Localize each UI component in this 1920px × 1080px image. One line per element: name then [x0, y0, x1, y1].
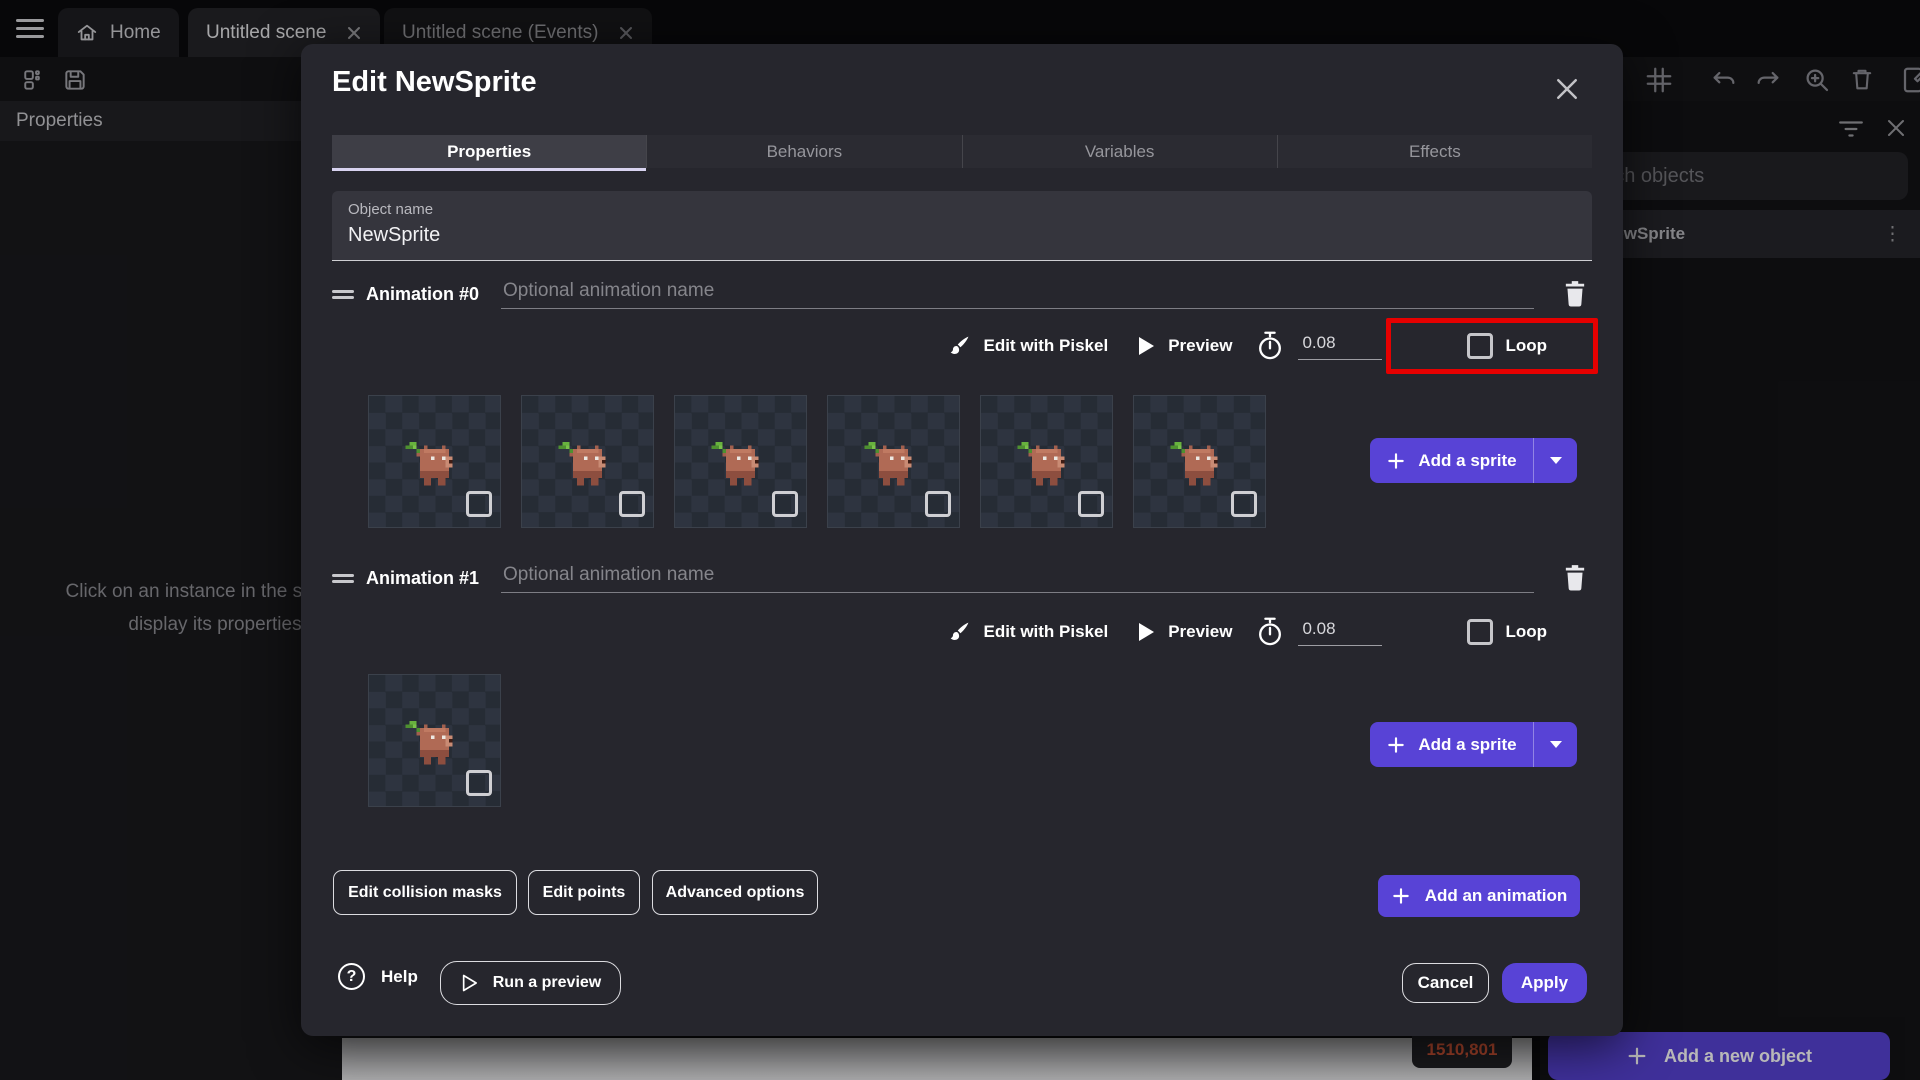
animation-label: Animation #0: [366, 283, 480, 304]
animation-1-frames: [368, 674, 501, 807]
apply-button[interactable]: Apply: [1502, 963, 1587, 1003]
sprite-frame[interactable]: [368, 395, 501, 528]
sprite-frame[interactable]: [1133, 395, 1266, 528]
frame-checkbox[interactable]: [619, 491, 645, 517]
add-sprite-button[interactable]: Add a sprite: [1370, 722, 1577, 767]
preview-button[interactable]: Preview: [1136, 335, 1232, 357]
edit-points-button[interactable]: Edit points: [528, 870, 640, 915]
edit-sprite-dialog: Edit NewSprite Properties Behaviors Vari…: [301, 44, 1623, 1036]
timer-icon: [1259, 617, 1282, 646]
close-dialog-icon[interactable]: [1552, 74, 1582, 104]
pig-sprite-image: [861, 442, 919, 489]
chevron-down-icon: [1549, 741, 1562, 748]
edit-with-piskel-button[interactable]: Edit with Piskel: [946, 620, 1108, 645]
animation-0-header: Animation #0: [332, 276, 1592, 312]
play-icon: [1139, 337, 1155, 355]
trash-icon: [1565, 281, 1585, 307]
loop-checkbox[interactable]: [1467, 619, 1494, 645]
delete-animation-button[interactable]: [1562, 563, 1592, 593]
frame-duration-input[interactable]: [1298, 332, 1383, 360]
play-outline-icon: [462, 974, 477, 992]
tab-variables[interactable]: Variables: [961, 135, 1277, 168]
loop-control: Loop: [1386, 604, 1598, 660]
pig-sprite-image: [402, 721, 460, 768]
object-name-label: Object name: [348, 201, 434, 218]
frame-checkbox[interactable]: [772, 491, 798, 517]
animation-1-tools: Edit with Piskel Preview Loop: [946, 604, 1598, 660]
frame-checkbox[interactable]: [466, 770, 492, 796]
pig-sprite-image: [402, 442, 460, 489]
cancel-button[interactable]: Cancel: [1402, 963, 1489, 1003]
dialog-title: Edit NewSprite: [332, 66, 537, 98]
help-button[interactable]: ? Help: [332, 962, 424, 991]
trash-icon: [1565, 565, 1585, 591]
animation-0-tools: Edit with Piskel Preview Loop: [946, 318, 1598, 374]
frame-checkbox[interactable]: [1231, 491, 1257, 517]
animation-name-input[interactable]: [501, 279, 1534, 309]
object-name-field[interactable]: Object name: [332, 191, 1592, 261]
loop-label: Loop: [1505, 336, 1547, 355]
advanced-options-button[interactable]: Advanced options: [652, 870, 818, 915]
frame-checkbox[interactable]: [925, 491, 951, 517]
sprite-frame[interactable]: [980, 395, 1113, 528]
animation-name-input[interactable]: [501, 563, 1534, 593]
drag-handle-icon[interactable]: [332, 287, 354, 302]
animation-label: Animation #1: [366, 567, 480, 588]
tab-behaviors[interactable]: Behaviors: [646, 135, 961, 168]
delete-animation-button[interactable]: [1562, 279, 1592, 309]
loop-label: Loop: [1505, 622, 1547, 641]
brush-icon: [951, 336, 969, 354]
chevron-down-icon: [1549, 457, 1562, 464]
object-name-input[interactable]: [348, 224, 1576, 247]
frame-checkbox[interactable]: [1078, 491, 1104, 517]
pig-sprite-image: [555, 442, 613, 489]
gdevelop-app: Home Untitled scene Untitled scene (Even…: [0, 0, 1920, 1080]
sprite-frame[interactable]: [827, 395, 960, 528]
edit-with-piskel-button[interactable]: Edit with Piskel: [946, 334, 1108, 359]
edit-collision-masks-button[interactable]: Edit collision masks: [333, 870, 517, 915]
sprite-frame[interactable]: [674, 395, 807, 528]
pig-sprite-image: [1014, 442, 1072, 489]
add-sprite-dropdown[interactable]: [1533, 438, 1577, 483]
timer-icon: [1259, 331, 1282, 360]
loop-checkbox[interactable]: [1467, 333, 1494, 359]
dialog-tabs: Properties Behaviors Variables Effects: [332, 135, 1592, 171]
pig-sprite-image: [1167, 442, 1225, 489]
sprite-frame[interactable]: [521, 395, 654, 528]
loop-highlight-annotation: Loop: [1386, 318, 1598, 374]
tab-effects[interactable]: Effects: [1276, 135, 1592, 168]
plus-icon: [1392, 888, 1409, 904]
animation-0-frames: [368, 395, 1266, 528]
sprite-frame[interactable]: [368, 674, 501, 807]
plus-icon: [1388, 736, 1405, 753]
tab-properties[interactable]: Properties: [332, 135, 647, 171]
frame-duration-input[interactable]: [1298, 618, 1383, 646]
brush-icon: [951, 622, 969, 640]
preview-button[interactable]: Preview: [1136, 621, 1232, 643]
pig-sprite-image: [708, 442, 766, 489]
add-animation-button[interactable]: Add an animation: [1378, 875, 1580, 917]
question-icon: ?: [338, 963, 365, 990]
play-icon: [1139, 623, 1155, 641]
animation-1-header: Animation #1: [332, 560, 1592, 596]
add-sprite-button[interactable]: Add a sprite: [1370, 438, 1577, 483]
frame-checkbox[interactable]: [466, 491, 492, 517]
drag-handle-icon[interactable]: [332, 571, 354, 586]
plus-icon: [1388, 452, 1405, 469]
run-preview-button[interactable]: Run a preview: [440, 961, 621, 1005]
add-sprite-dropdown[interactable]: [1533, 722, 1577, 767]
